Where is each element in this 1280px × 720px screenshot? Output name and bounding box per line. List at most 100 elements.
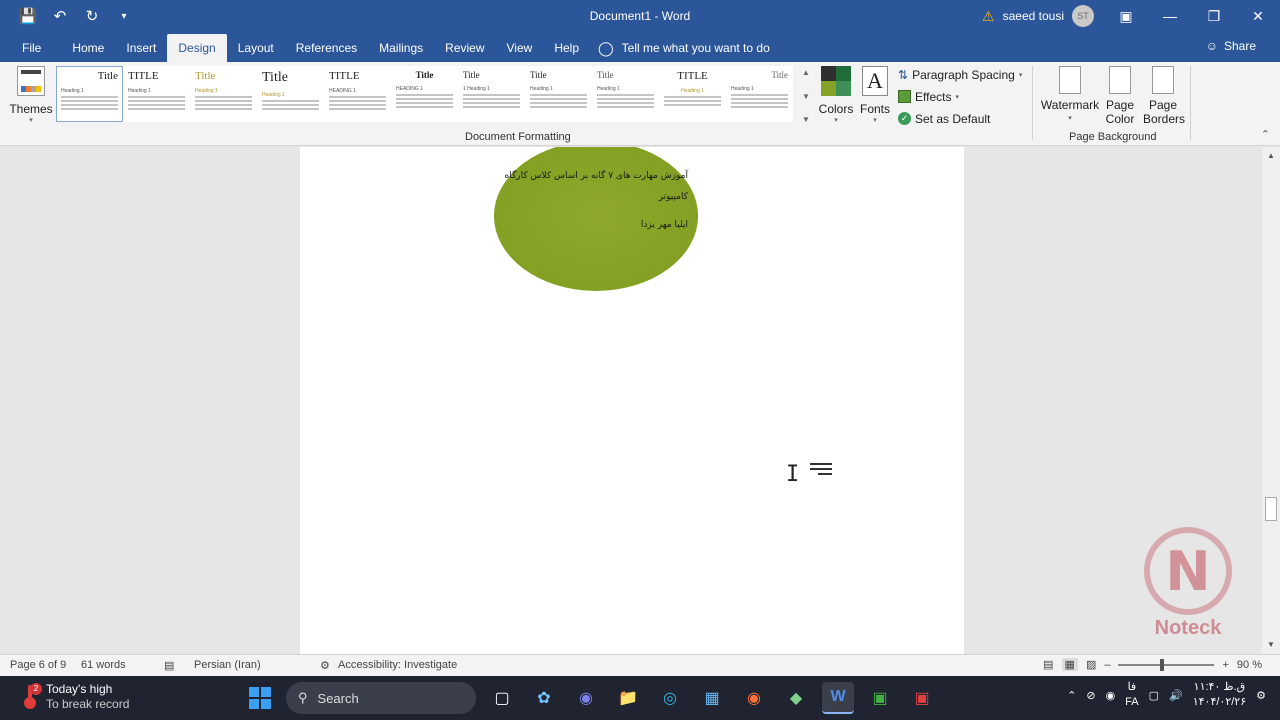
volume-icon[interactable]: 🔊 bbox=[1169, 689, 1183, 702]
tab-design[interactable]: Design bbox=[167, 34, 227, 62]
print-layout-icon[interactable]: ▦ bbox=[1061, 658, 1078, 671]
tab-insert[interactable]: Insert bbox=[115, 34, 167, 62]
document-page[interactable]: آموزش مهارت های ۷ گانه بر اساس کلاس کارگ… bbox=[300, 147, 964, 654]
group-divider bbox=[1190, 66, 1191, 140]
taskbar-search[interactable]: ⚲ Search bbox=[286, 682, 476, 714]
recorder-icon[interactable]: ▣ bbox=[906, 682, 938, 714]
gallery-more-icon[interactable]: ▼ bbox=[802, 115, 810, 124]
zoom-out-icon[interactable]: – bbox=[1104, 659, 1110, 671]
tell-me-search[interactable]: ◯ Tell me what you want to do bbox=[598, 34, 770, 62]
style-set-item[interactable]: Title Heading 1 bbox=[592, 66, 659, 122]
page-color-button[interactable]: Page Color bbox=[1098, 66, 1142, 126]
redo-icon[interactable]: ↻ bbox=[78, 2, 106, 30]
customize-qat-icon[interactable]: ▾ bbox=[110, 2, 138, 30]
tab-home[interactable]: Home bbox=[61, 34, 115, 62]
accessibility-status[interactable]: Accessibility: Investigate bbox=[338, 659, 457, 671]
style-set-item[interactable]: Title Heading 1 bbox=[257, 66, 324, 122]
set-as-default-button[interactable]: ✓ Set as Default bbox=[898, 110, 1022, 127]
style-set-item[interactable]: Title HEADING 1 bbox=[391, 66, 458, 122]
weather-widget[interactable]: 2 Today's high To break record bbox=[20, 682, 129, 712]
themes-icon bbox=[17, 66, 45, 96]
undo-icon[interactable]: ↶ bbox=[46, 2, 74, 30]
vertical-scrollbar[interactable]: ▲ ▼ bbox=[1262, 147, 1280, 654]
chevron-up-icon[interactable]: ▲ bbox=[802, 68, 810, 77]
language-status[interactable]: Persian (Iran) bbox=[194, 659, 261, 671]
app-icon[interactable]: ◆ bbox=[780, 682, 812, 714]
tab-view[interactable]: View bbox=[496, 34, 544, 62]
page-count[interactable]: Page 6 of 9 bbox=[10, 659, 66, 671]
weather-title: Today's high bbox=[46, 682, 113, 696]
word-icon[interactable]: W bbox=[822, 682, 854, 714]
firefox-icon[interactable]: ◉ bbox=[738, 682, 770, 714]
style-set-item[interactable]: Title Heading 1 bbox=[726, 66, 793, 122]
style-set-item[interactable]: TITLE HEADING 1 bbox=[324, 66, 391, 122]
style-set-item[interactable]: TITLE Heading 1 bbox=[123, 66, 190, 122]
word-count[interactable]: 61 words bbox=[81, 659, 126, 671]
store-icon[interactable]: ▦ bbox=[696, 682, 728, 714]
read-mode-icon[interactable]: ▤ bbox=[1043, 658, 1053, 671]
style-set-item[interactable]: Title 1 Heading 1 bbox=[458, 66, 525, 122]
restore-icon[interactable]: ❐ bbox=[1192, 0, 1236, 32]
oval-shape[interactable] bbox=[494, 147, 698, 291]
save-icon[interactable]: 💾 bbox=[14, 2, 42, 30]
zoom-slider-knob[interactable] bbox=[1160, 658, 1165, 671]
scroll-thumb[interactable] bbox=[1265, 497, 1277, 521]
windows-start-icon[interactable] bbox=[244, 682, 276, 714]
microphone-icon[interactable]: ◉ bbox=[1106, 689, 1116, 702]
themes-button[interactable]: Themes ▾ bbox=[8, 66, 54, 128]
web-layout-icon[interactable]: ▨ bbox=[1086, 658, 1096, 671]
gallery-scroll[interactable]: ▲ ▼ ▼ bbox=[800, 68, 812, 124]
group-label-page-background: Page Background bbox=[1069, 131, 1157, 143]
camtasia-icon[interactable]: ▣ bbox=[864, 682, 896, 714]
zoom-in-icon[interactable]: + bbox=[1222, 659, 1228, 671]
watermark-icon bbox=[1059, 66, 1081, 94]
tab-file[interactable]: File bbox=[0, 34, 61, 62]
paragraph-spacing-button[interactable]: ⇅ Paragraph Spacing ▾ bbox=[898, 66, 1022, 83]
close-icon[interactable]: ✕ bbox=[1236, 0, 1280, 32]
chevron-down-icon[interactable]: ▼ bbox=[802, 92, 810, 101]
colors-button[interactable]: Colors ▾ bbox=[818, 66, 854, 124]
formatting-options: ⇅ Paragraph Spacing ▾ Effects ▾ ✓ Set as… bbox=[898, 66, 1022, 127]
zoom-slider[interactable] bbox=[1118, 658, 1215, 671]
minimize-icon[interactable]: — bbox=[1148, 0, 1192, 32]
clock[interactable]: ۱۱:۴۰ ق.ظ ۱۴۰۴/۰۲/۲۶ bbox=[1193, 680, 1246, 710]
share-button[interactable]: ☺ Share bbox=[1206, 32, 1256, 60]
page-borders-button[interactable]: Page Borders bbox=[1142, 66, 1185, 126]
watermark-button[interactable]: Watermark ▾ bbox=[1041, 66, 1099, 126]
style-set-item[interactable]: Title Heading 1 bbox=[190, 66, 257, 122]
style-set-item[interactable]: Title Heading 1 bbox=[525, 66, 592, 122]
collapse-ribbon-icon[interactable]: ⌃ bbox=[1261, 128, 1270, 141]
edge-icon[interactable]: ◎ bbox=[654, 682, 686, 714]
style-set-item[interactable]: Title Heading 1 bbox=[56, 66, 123, 122]
copilot-icon[interactable]: ✿ bbox=[528, 682, 560, 714]
style-set-item[interactable]: TITLE Heading 1 bbox=[659, 66, 726, 122]
teams-icon[interactable]: ◉ bbox=[570, 682, 602, 714]
proofing-icon[interactable]: ▤ bbox=[164, 659, 174, 672]
tab-layout[interactable]: Layout bbox=[227, 34, 285, 62]
user-account[interactable]: ⚠ saeed tousi ST bbox=[982, 4, 1094, 28]
ribbon-display-options-icon[interactable]: ▣ bbox=[1104, 0, 1148, 32]
page-borders-icon bbox=[1152, 66, 1174, 94]
tab-review[interactable]: Review bbox=[434, 34, 495, 62]
noteck-logo: N Noteck bbox=[1140, 527, 1236, 647]
display-icon[interactable]: ▢ bbox=[1149, 689, 1159, 702]
tab-help[interactable]: Help bbox=[543, 34, 590, 62]
effects-icon bbox=[898, 90, 911, 103]
input-language[interactable]: فا FA bbox=[1125, 680, 1138, 710]
notification-icon[interactable]: ⚙ bbox=[1256, 689, 1266, 702]
chevron-up-icon[interactable]: ⌃ bbox=[1067, 689, 1076, 702]
person-icon: ☺ bbox=[1205, 39, 1218, 53]
file-explorer-icon[interactable]: 📁 bbox=[612, 682, 644, 714]
status-bar: Page 6 of 9 61 words ▤ Persian (Iran) ⚙ … bbox=[0, 654, 1280, 676]
network-off-icon[interactable]: ⊘ bbox=[1086, 689, 1095, 702]
tab-mailings[interactable]: Mailings bbox=[368, 34, 434, 62]
weather-badge: 2 bbox=[30, 683, 42, 695]
scroll-down-icon[interactable]: ▼ bbox=[1262, 638, 1280, 652]
fonts-button[interactable]: A Fonts ▾ bbox=[858, 66, 892, 124]
tab-references[interactable]: References bbox=[285, 34, 368, 62]
task-view-icon[interactable]: ▢ bbox=[486, 682, 518, 714]
effects-button[interactable]: Effects ▾ bbox=[898, 88, 1022, 105]
zoom-level[interactable]: 90 % bbox=[1237, 659, 1262, 671]
accessibility-icon[interactable]: ⚙ bbox=[320, 659, 330, 672]
scroll-up-icon[interactable]: ▲ bbox=[1262, 149, 1280, 163]
